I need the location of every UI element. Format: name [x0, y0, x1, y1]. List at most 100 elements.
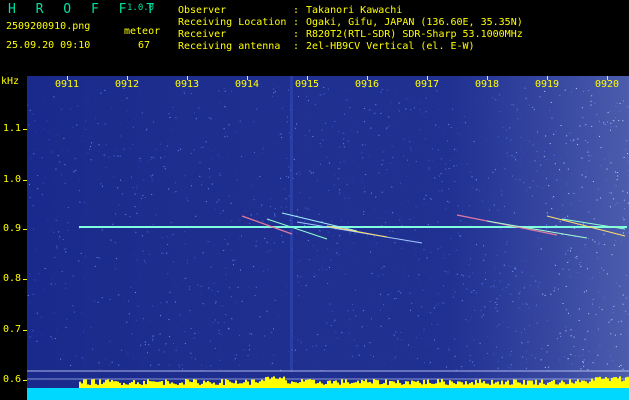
- frequency-axis: kHz 1.1 1.0 0.9 0.8 0.7 0.6: [0, 76, 27, 400]
- level-bar: [199, 384, 201, 388]
- level-bar: [281, 378, 283, 388]
- level-bar: [205, 382, 207, 388]
- level-bar: [211, 383, 213, 388]
- level-bar: [319, 381, 321, 388]
- level-bar: [399, 382, 401, 388]
- level-bar: [383, 383, 385, 388]
- info-value-location: Ogaki, Gifu, JAPAN (136.60E, 35.35N): [306, 17, 523, 28]
- level-bar: [137, 382, 139, 388]
- level-bar: [365, 379, 367, 388]
- level-bar: [541, 379, 543, 388]
- time-tick-label: 0918: [475, 79, 500, 90]
- file-name: 2509200910.png: [6, 21, 91, 32]
- noise-glow: [27, 76, 629, 400]
- level-bar: [259, 381, 261, 388]
- level-bar: [475, 379, 477, 388]
- level-bar: [85, 379, 87, 388]
- level-bar: [133, 380, 135, 388]
- level-bar: [519, 382, 521, 388]
- level-bar: [507, 380, 509, 388]
- level-bar: [621, 381, 623, 388]
- level-bar: [323, 384, 325, 388]
- level-bar: [479, 379, 481, 388]
- info-sep: :: [293, 41, 300, 52]
- level-bar: [549, 382, 551, 388]
- level-bar: [381, 384, 383, 388]
- level-bar: [295, 382, 297, 388]
- level-bar: [131, 381, 133, 388]
- level-bar: [155, 381, 157, 388]
- level-bar: [115, 381, 117, 388]
- level-bar: [127, 384, 129, 388]
- level-bar: [157, 381, 159, 388]
- level-bar: [427, 379, 429, 388]
- level-bar: [103, 382, 105, 388]
- level-bar: [515, 379, 517, 388]
- time-tick-label: 0916: [355, 79, 380, 90]
- level-bar: [581, 380, 583, 388]
- level-bar: [497, 381, 499, 388]
- level-bar: [603, 378, 605, 388]
- level-bar: [143, 380, 145, 388]
- freq-tick-label: 0.7: [2, 324, 21, 335]
- file-datetime: 25.09.20 09:10: [6, 40, 91, 51]
- level-bar: [481, 382, 483, 388]
- level-bar: [439, 382, 441, 388]
- level-bar: [191, 382, 193, 388]
- level-bar: [623, 380, 625, 388]
- level-bar: [511, 384, 513, 388]
- level-bar: [253, 379, 255, 388]
- baseline-band: [27, 388, 629, 400]
- level-bar: [277, 379, 279, 388]
- level-bar: [587, 383, 589, 388]
- level-bar: [95, 383, 97, 388]
- level-bar: [177, 384, 179, 388]
- level-bar: [269, 379, 271, 388]
- level-bar: [91, 379, 93, 388]
- level-bar: [249, 384, 251, 388]
- level-bar: [451, 381, 453, 388]
- level-bar: [583, 380, 585, 388]
- level-bar: [411, 380, 413, 388]
- level-bar: [317, 383, 319, 388]
- level-bar: [247, 381, 249, 388]
- info-sep: :: [293, 5, 300, 16]
- app-version: 1.0.0: [127, 3, 155, 13]
- level-bar: [111, 380, 113, 388]
- level-bar: [273, 376, 275, 388]
- level-bar: [223, 385, 225, 388]
- level-bar: [311, 379, 313, 388]
- level-bar: [389, 381, 391, 388]
- level-bar: [213, 382, 215, 388]
- level-bar: [505, 381, 507, 388]
- level-bar: [89, 384, 91, 388]
- level-bar: [423, 379, 425, 388]
- level-bar: [453, 383, 455, 388]
- level-bar: [287, 383, 289, 388]
- level-bar: [329, 380, 331, 388]
- level-bar: [385, 379, 387, 388]
- level-bar: [363, 381, 365, 388]
- level-bar: [433, 383, 435, 388]
- level-bar: [299, 382, 301, 388]
- level-bar: [167, 381, 169, 388]
- level-bar: [141, 384, 143, 388]
- level-bar: [217, 384, 219, 388]
- level-bar: [483, 381, 485, 388]
- level-bar: [347, 382, 349, 388]
- level-bar: [333, 381, 335, 388]
- level-bar: [193, 379, 195, 388]
- level-bar: [279, 377, 281, 388]
- level-bar: [625, 377, 627, 388]
- count-label: meteor: [124, 26, 161, 37]
- level-bar: [369, 381, 371, 388]
- level-bar: [173, 383, 175, 388]
- level-bar: [293, 382, 295, 388]
- level-bar: [531, 380, 533, 388]
- level-bar: [163, 384, 165, 388]
- level-bar: [337, 382, 339, 388]
- level-bar: [529, 380, 531, 388]
- info-key-location: Receiving Location: [178, 17, 287, 28]
- level-bar: [575, 381, 577, 388]
- level-bar: [491, 379, 493, 388]
